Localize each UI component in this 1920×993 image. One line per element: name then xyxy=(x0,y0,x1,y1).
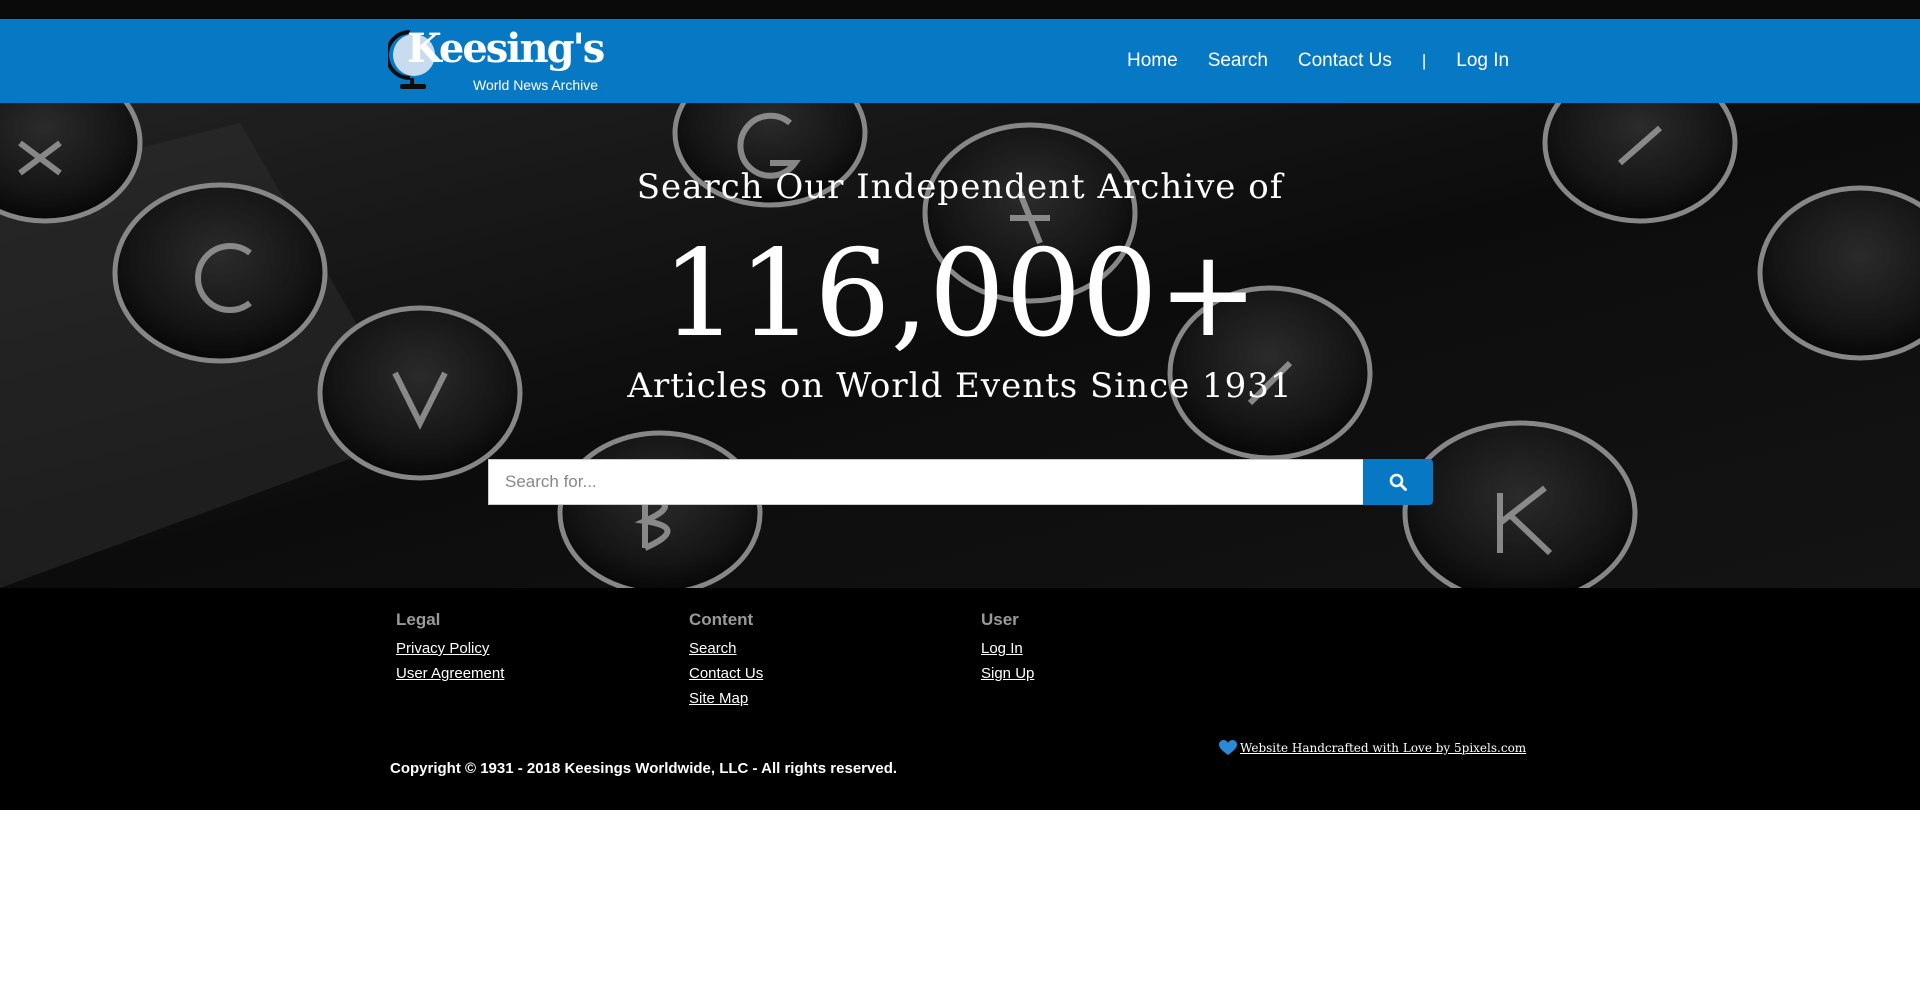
hero-caption: Articles on World Events Since 1931 xyxy=(627,366,1293,406)
footer-content: Content Search Contact Us Site Map xyxy=(689,610,763,711)
hero: Search Our Independent Archive of 116,00… xyxy=(0,103,1920,588)
user-agreement-link[interactable]: User Agreement xyxy=(396,661,504,686)
nav-home[interactable]: Home xyxy=(1127,50,1178,72)
heart-icon xyxy=(1219,740,1237,755)
footer-user: User Log In Sign Up xyxy=(981,610,1034,686)
nav-search[interactable]: Search xyxy=(1208,50,1268,72)
nav-contact[interactable]: Contact Us xyxy=(1298,50,1392,72)
search-form xyxy=(488,459,1433,505)
footer: Legal Privacy Policy User Agreement Cont… xyxy=(0,588,1920,810)
site-map-link[interactable]: Site Map xyxy=(689,686,763,711)
brand-name: Keesing's xyxy=(407,25,605,72)
article-count: 116,000+ xyxy=(661,225,1259,364)
footer-user-heading: User xyxy=(981,610,1019,629)
footer-legal-heading: Legal xyxy=(396,610,441,629)
search-icon xyxy=(1389,473,1407,491)
footer-content-heading: Content xyxy=(689,610,754,629)
nav-login[interactable]: Log In xyxy=(1456,50,1509,72)
sign-up-link[interactable]: Sign Up xyxy=(981,661,1034,686)
footer-search-link[interactable]: Search xyxy=(689,636,763,661)
search-input[interactable] xyxy=(488,459,1363,505)
footer-contact-link[interactable]: Contact Us xyxy=(689,661,763,686)
site-logo[interactable]: Keesing's World News Archive xyxy=(388,25,608,97)
brand-tagline: World News Archive xyxy=(473,77,599,93)
credit-text: Website Handcrafted with Love by 5pixels… xyxy=(1240,741,1527,755)
main-nav: Home Search Contact Us | Log In xyxy=(1112,19,1524,103)
credit-link[interactable]: Website Handcrafted with Love by 5pixels… xyxy=(1219,740,1526,756)
hero-subtitle: Search Our Independent Archive of xyxy=(636,167,1284,207)
nav-separator: | xyxy=(1421,51,1427,70)
footer-login-link[interactable]: Log In xyxy=(981,636,1034,661)
search-button[interactable] xyxy=(1363,459,1433,505)
top-strip xyxy=(0,0,1920,19)
privacy-policy-link[interactable]: Privacy Policy xyxy=(396,636,504,661)
copyright: Copyright © 1931 - 2018 Keesings Worldwi… xyxy=(390,760,898,777)
navbar: Keesing's World News Archive Home Search… xyxy=(0,19,1920,103)
footer-legal: Legal Privacy Policy User Agreement xyxy=(396,610,504,686)
